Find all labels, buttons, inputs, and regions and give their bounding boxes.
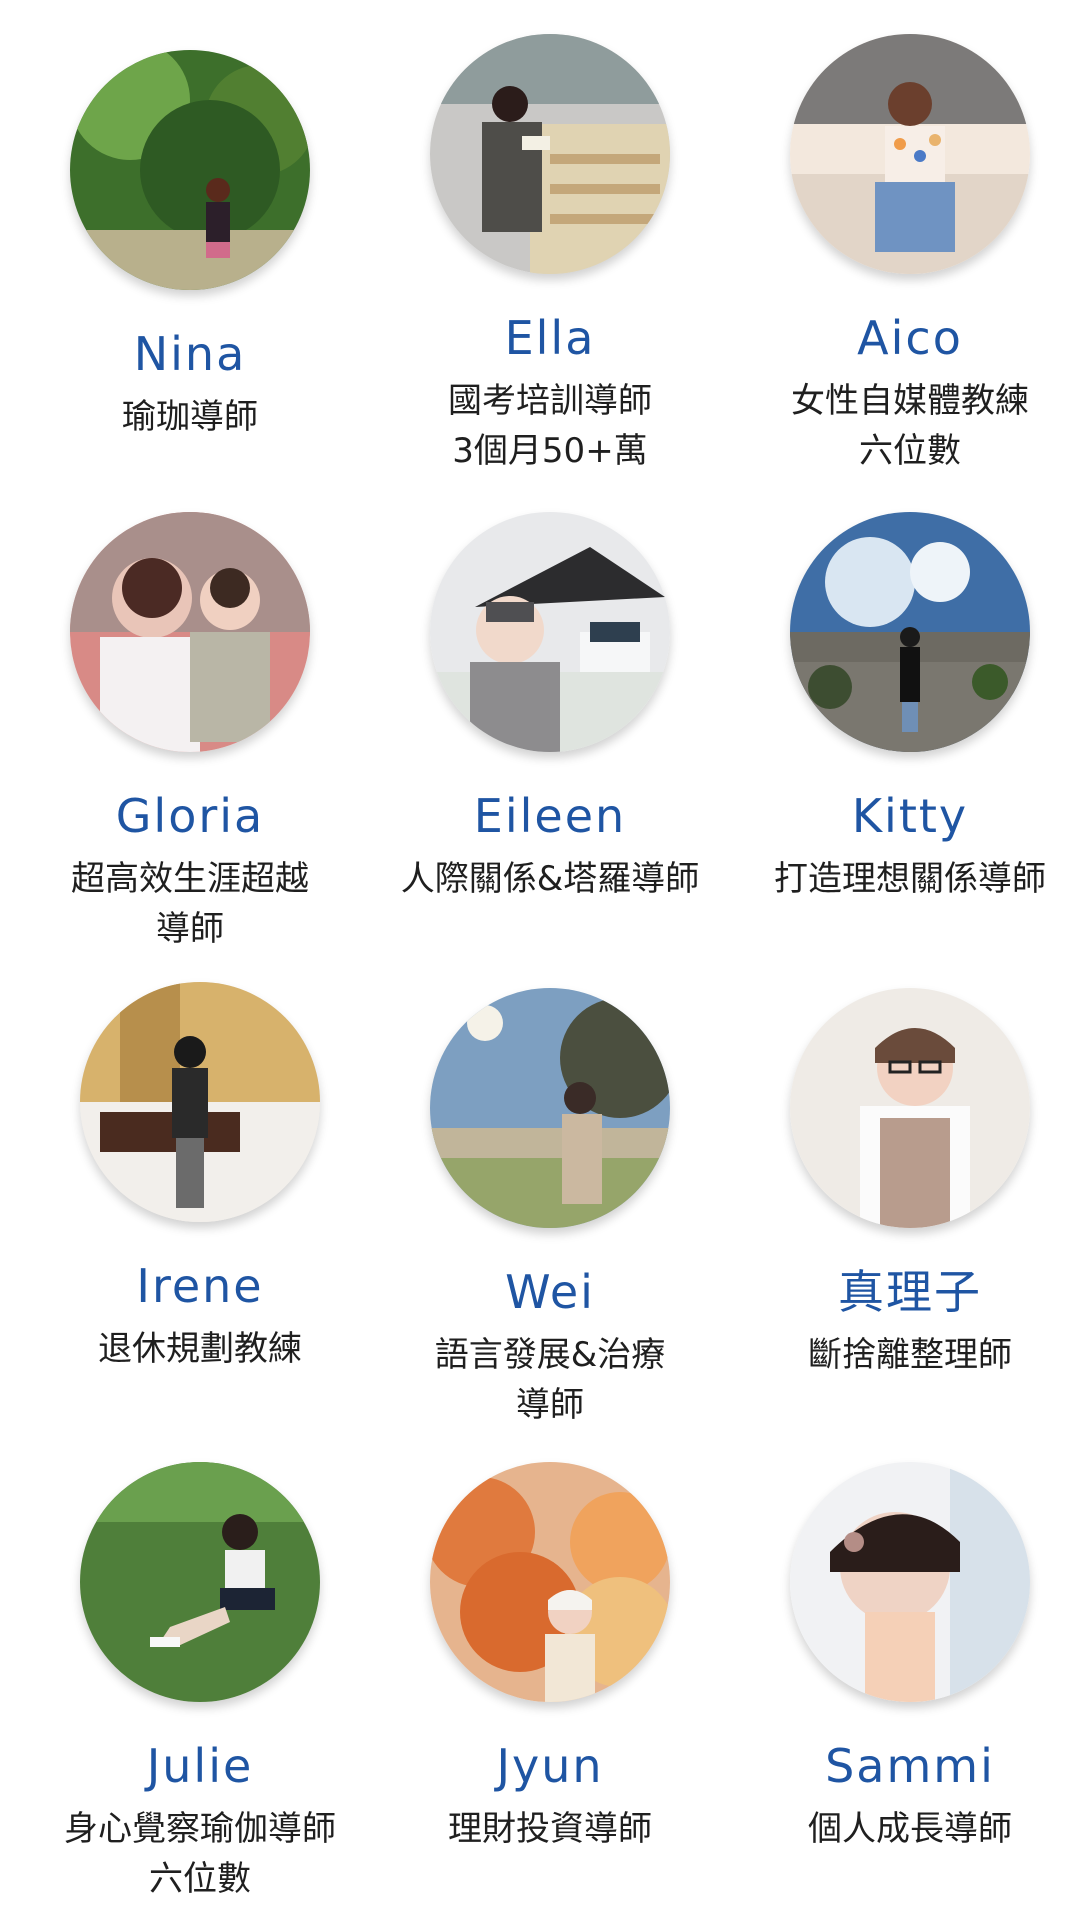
mentor-card-irene: Irene 退休規劃教練 (20, 982, 380, 1374)
mentor-name: 真理子 (838, 1265, 982, 1319)
mentor-role-line: 六位數 (149, 1859, 251, 1900)
avatar-photo (430, 512, 670, 752)
avatar-photo (70, 50, 310, 290)
woman-on-rocky-landscape-icon (790, 512, 1030, 752)
mentor-name: Ella (504, 311, 596, 365)
mentor-role-line: 退休規劃教練 (98, 1329, 302, 1370)
avatar-photo (790, 512, 1030, 752)
mentor-role-line: 人際關係&塔羅導師 (400, 859, 700, 900)
woman-sitting-on-grass-icon (80, 1462, 320, 1702)
woman-reading-book-at-market-icon (430, 34, 670, 274)
avatar-photo (430, 988, 670, 1228)
mentor-role-line: 女性自媒體教練 (791, 381, 1029, 422)
mentor-name: Jyun (496, 1739, 604, 1793)
woman-selfie-portrait-icon (790, 1462, 1030, 1702)
avatar-photo (80, 982, 320, 1222)
woman-with-umbrella-and-castle-icon (430, 512, 670, 752)
mentor-role-line: 3個月50+萬 (452, 431, 648, 472)
woman-with-glasses-icon (790, 988, 1030, 1228)
mentor-role-line: 導師 (516, 1385, 584, 1426)
woman-in-park-under-sun-icon (430, 988, 670, 1228)
mentor-name: Nina (133, 327, 247, 381)
woman-sitting-on-sofa-icon (790, 34, 1030, 274)
mentor-name: Irene (136, 1259, 264, 1313)
mentor-name: Gloria (115, 789, 265, 843)
mentor-role-line: 理財投資導師 (448, 1809, 652, 1850)
mentor-card-jyun: Jyun 理財投資導師 (370, 1462, 730, 1854)
mentor-role-line: 瑜珈導師 (122, 397, 258, 438)
mentor-role-line: 導師 (156, 909, 224, 950)
mentor-name: Eileen (473, 789, 627, 843)
mentor-card-mariko: 真理子 斷捨離整理師 (730, 988, 1080, 1380)
mentor-card-gloria: Gloria 超高效生涯超越 導師 (10, 512, 370, 954)
mentor-card-nina: Nina 瑜珈導師 (10, 50, 370, 442)
woman-walking-in-forest-icon (70, 50, 310, 290)
avatar-photo (790, 1462, 1030, 1702)
mentor-role-line: 六位數 (859, 431, 961, 472)
mentor-name: Aico (857, 311, 963, 365)
mentor-card-eileen: Eileen 人際關係&塔羅導師 (370, 512, 730, 904)
mentor-name: Wei (505, 1265, 595, 1319)
woman-standing-indoors-icon (80, 982, 320, 1222)
mentor-card-julie: Julie 身心覺察瑜伽導師 六位數 (20, 1462, 380, 1904)
woman-with-autumn-leaves-icon (430, 1462, 670, 1702)
mentor-role-line: 斷捨離整理師 (808, 1335, 1012, 1376)
mentor-card-wei: Wei 語言發展&治療 導師 (370, 988, 730, 1430)
avatar-photo (70, 512, 310, 752)
avatar-photo (430, 1462, 670, 1702)
mentor-name: Julie (146, 1739, 254, 1793)
mentor-role-line: 打造理想關係導師 (774, 859, 1046, 900)
avatar-photo (790, 34, 1030, 274)
mentor-card-kitty: Kitty 打造理想關係導師 (730, 512, 1080, 904)
mentor-name: Kitty (851, 789, 969, 843)
mentor-role-line: 語言發展&治療 (434, 1335, 666, 1376)
mentor-card-aico: Aico 女性自媒體教練 六位數 (730, 34, 1080, 476)
mentor-role-line: 個人成長導師 (808, 1809, 1012, 1850)
mentor-role-line: 超高效生涯超越 (71, 859, 309, 900)
avatar-photo (430, 34, 670, 274)
avatar-photo (790, 988, 1030, 1228)
mentor-name: Sammi (825, 1739, 995, 1793)
mentor-role-line: 國考培訓導師 (448, 381, 652, 422)
mentor-card-sammi: Sammi 個人成長導師 (730, 1462, 1080, 1854)
mentor-grid: Nina 瑜珈導師 Ella 國考培訓導師 3個月50+萬 Aico 女性自媒體… (0, 0, 1080, 1920)
avatar-photo (80, 1462, 320, 1702)
mother-holding-baby-icon (70, 512, 310, 752)
mentor-card-ella: Ella 國考培訓導師 3個月50+萬 (370, 34, 730, 476)
mentor-role-line: 身心覺察瑜伽導師 (64, 1809, 336, 1850)
